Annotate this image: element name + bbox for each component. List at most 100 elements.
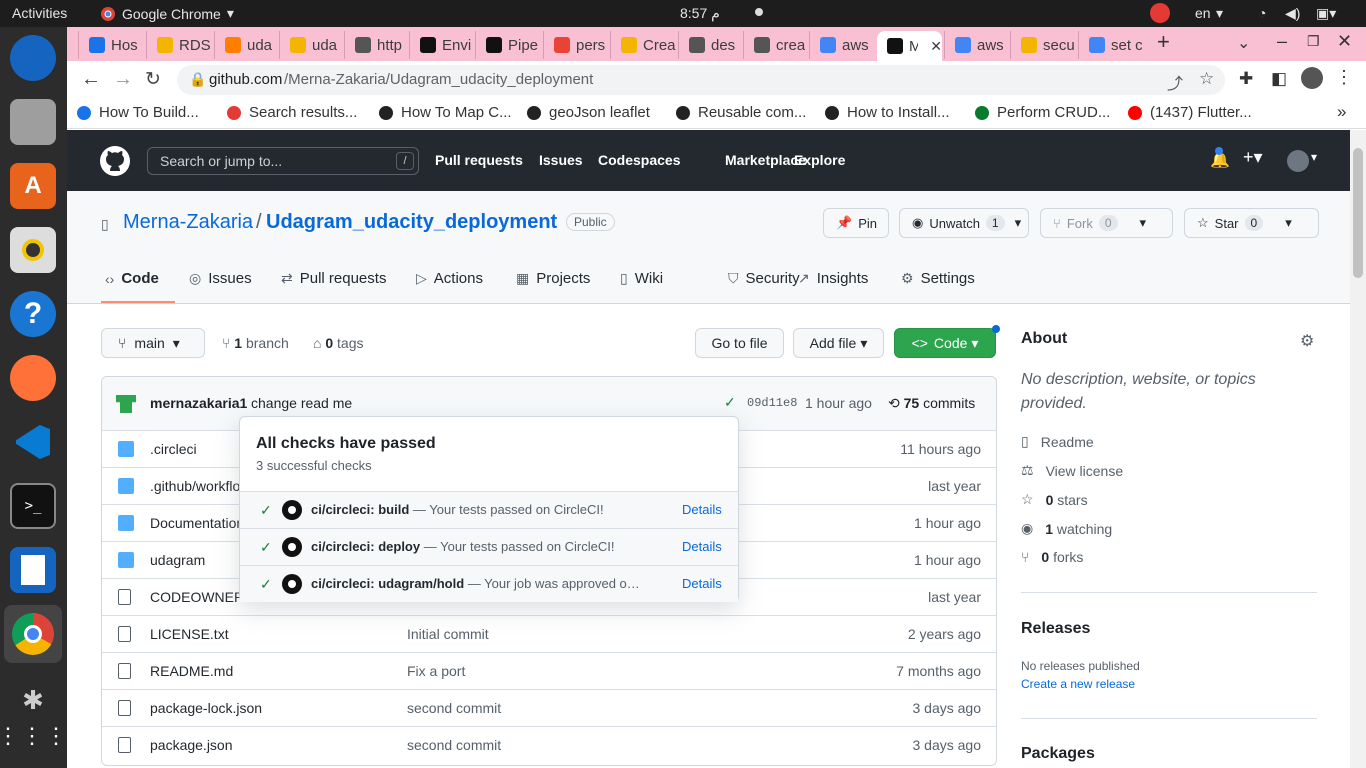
stars-link[interactable]: ☆ 0 stars	[1021, 491, 1088, 508]
share-icon[interactable]: ⤴	[1167, 70, 1183, 94]
browser-tab[interactable]: Pipe	[475, 31, 541, 59]
author-avatar[interactable]	[116, 395, 136, 413]
repo-tab[interactable]: ◎ Issues	[189, 270, 252, 287]
wifi-icon[interactable]: ◔	[1258, 5, 1266, 21]
close-window-button[interactable]: ✕	[1337, 31, 1352, 52]
license-link[interactable]: ⚖ View license	[1021, 462, 1123, 479]
clock[interactable]: 8:57 م	[680, 5, 720, 22]
file-row[interactable]: package.json second commit 3 days ago	[102, 726, 997, 763]
files-icon[interactable]	[10, 99, 56, 145]
browser-tab[interactable]: Crea	[610, 31, 676, 59]
new-tab-button[interactable]: +	[1157, 29, 1170, 55]
browser-tab[interactable]: crea	[743, 31, 807, 59]
github-logo-icon[interactable]	[99, 145, 131, 177]
software-store-icon[interactable]: A	[10, 163, 56, 209]
bookmark-item[interactable]: Reusable com...	[676, 104, 806, 121]
user-avatar[interactable]	[1287, 150, 1309, 172]
browser-tab[interactable]: Envi	[409, 31, 473, 59]
browser-tab[interactable]: aws	[944, 31, 1008, 59]
back-button[interactable]: ←	[81, 68, 101, 91]
create-release-link[interactable]: Create a new release	[1021, 677, 1135, 691]
code-button[interactable]: <> Code ▾	[894, 328, 996, 358]
create-new-icon[interactable]: +▾	[1243, 147, 1263, 168]
profile-avatar[interactable]	[1301, 67, 1323, 89]
settings-gear-icon[interactable]: ⚙	[1300, 331, 1314, 351]
check-details-link[interactable]: Details	[682, 539, 722, 554]
vscode-icon[interactable]	[10, 419, 56, 465]
go-to-file-button[interactable]: Go to file	[695, 328, 784, 358]
minimize-button[interactable]: –	[1277, 31, 1287, 52]
language-indicator[interactable]: en	[1195, 5, 1211, 21]
bookmark-item[interactable]: How to Install...	[825, 104, 950, 121]
file-name-link[interactable]: Documentation	[150, 515, 244, 531]
battery-icon[interactable]: ▣▾	[1316, 5, 1336, 22]
page-scrollbar[interactable]	[1350, 130, 1366, 768]
repo-name-link[interactable]: Udagram_udacity_deployment	[266, 211, 557, 234]
repo-tab[interactable]: ▦ Projects	[516, 270, 590, 287]
file-row[interactable]: README.md Fix a port 7 months ago	[102, 652, 997, 689]
releases-heading[interactable]: Releases	[1021, 620, 1090, 638]
search-input[interactable]: Search or jump to... /	[147, 147, 419, 175]
file-name-link[interactable]: .github/workflo	[150, 478, 240, 494]
branch-select[interactable]: ⑂ main ▾	[101, 328, 205, 358]
app-grid-icon[interactable]: ⋮⋮⋮	[0, 713, 67, 759]
activities-button[interactable]: Activities	[12, 5, 67, 21]
browser-tab[interactable]: M ✕	[877, 31, 942, 61]
browser-tab[interactable]: set c	[1078, 31, 1142, 59]
pin-button[interactable]: 📌 Pin	[823, 208, 889, 238]
help-icon[interactable]: ?	[10, 291, 56, 337]
file-name-link[interactable]: package-lock.json	[150, 700, 262, 716]
branches-link[interactable]: ⑂ 1 branch	[222, 335, 289, 351]
file-name-link[interactable]: udagram	[150, 552, 205, 568]
thunderbird-icon[interactable]	[10, 35, 56, 81]
repo-owner-link[interactable]: Merna-Zakaria	[123, 211, 253, 234]
tab-search-icon[interactable]: ⌄	[1237, 33, 1250, 53]
bookmark-item[interactable]: Perform CRUD...	[975, 104, 1110, 121]
star-button[interactable]: ☆ Star 0 ▾	[1184, 208, 1319, 238]
check-details-link[interactable]: Details	[682, 576, 722, 591]
app-menu[interactable]: Google Chrome ▾	[100, 5, 234, 22]
file-name-link[interactable]: LICENSE.txt	[150, 626, 229, 642]
browser-tab[interactable]: uda	[279, 31, 342, 59]
browser-tab[interactable]: RDS	[146, 31, 212, 59]
bookmark-item[interactable]: (1437) Flutter...	[1128, 104, 1252, 121]
do-not-disturb-icon[interactable]	[1150, 3, 1170, 23]
repo-tab[interactable]: ‹› Code	[105, 270, 159, 287]
watching-link[interactable]: ◉ 1 watching	[1021, 520, 1112, 537]
bookmark-star-icon[interactable]: ☆	[1199, 69, 1214, 89]
browser-tab[interactable]: Hos	[78, 31, 144, 59]
forks-link[interactable]: ⑂ 0 forks	[1021, 549, 1083, 565]
check-icon[interactable]: ✓	[724, 394, 736, 411]
browser-tab[interactable]: secu	[1010, 31, 1076, 59]
bookmark-item[interactable]: geoJson leaflet	[527, 104, 650, 121]
browser-tab[interactable]: aws	[809, 31, 875, 59]
bookmark-item[interactable]: How To Build...	[77, 104, 199, 121]
browser-tab[interactable]: uda	[214, 31, 277, 59]
packages-heading[interactable]: Packages	[1021, 745, 1095, 763]
browser-tab[interactable]: pers	[543, 31, 608, 59]
unwatch-button[interactable]: ◉ Unwatch 1 ▾	[899, 208, 1029, 238]
file-name-link[interactable]: package.json	[150, 737, 233, 753]
menu-icon[interactable]: ⋮	[1335, 67, 1353, 88]
terminal-icon[interactable]: >_	[10, 483, 56, 529]
reload-button[interactable]: ↻	[145, 68, 161, 91]
side-panel-icon[interactable]: ◧	[1271, 69, 1287, 89]
scrollbar-thumb[interactable]	[1353, 148, 1363, 278]
file-commit-message[interactable]: second commit	[407, 737, 501, 753]
header-nav-link[interactable]: Explore	[794, 152, 845, 168]
file-name-link[interactable]: .circleci	[150, 441, 197, 457]
lock-icon[interactable]: 🔒	[189, 71, 206, 88]
fork-button[interactable]: ⑂ Fork 0 ▾	[1040, 208, 1173, 238]
volume-icon[interactable]: ◀)	[1285, 5, 1300, 22]
commit-message-link[interactable]: change read me	[251, 395, 352, 411]
file-name-link[interactable]: README.md	[150, 663, 233, 679]
file-row[interactable]: package-lock.json second commit 3 days ago	[102, 689, 997, 726]
browser-tab[interactable]: http	[344, 31, 407, 59]
repo-tab[interactable]: ↗ Insights	[798, 270, 868, 287]
commit-author-link[interactable]: mernazakaria1	[150, 395, 247, 411]
more-bookmarks-icon[interactable]: »	[1337, 102, 1346, 122]
repo-tab[interactable]: ▯ Wiki	[620, 270, 663, 287]
file-commit-message[interactable]: second commit	[407, 700, 501, 716]
writer-icon[interactable]	[10, 547, 56, 593]
file-row[interactable]: LICENSE.txt Initial commit 2 years ago	[102, 615, 997, 652]
